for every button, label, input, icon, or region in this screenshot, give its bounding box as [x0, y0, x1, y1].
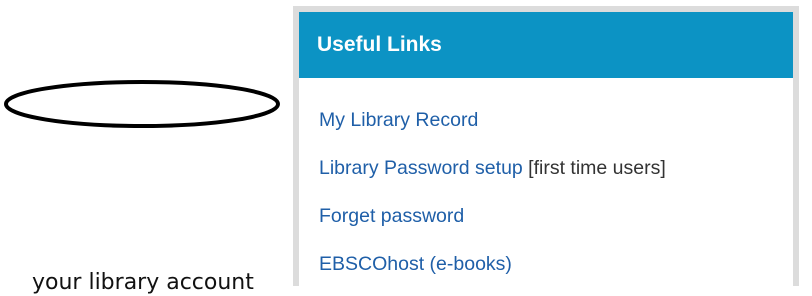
first-time-users-note: [first time users] [522, 157, 666, 179]
panel-title: Useful Links [299, 12, 793, 78]
useful-links-panel: Useful Links My Library Record Library P… [293, 6, 799, 286]
caption-text: your library account [32, 270, 254, 295]
list-item: Library Password setup [first time users… [319, 144, 793, 192]
list-item: My Library Record [319, 96, 793, 144]
list-item: Forget password [319, 192, 793, 240]
my-library-record-link[interactable]: My Library Record [319, 109, 478, 131]
links-list: My Library Record Library Password setup… [299, 78, 793, 288]
library-password-setup-link[interactable]: Library Password setup [319, 157, 523, 179]
ebscohost-link[interactable]: EBSCOhost (e-books) [319, 253, 512, 275]
list-item: EBSCOhost (e-books) [319, 240, 793, 288]
ellipse-annotation [4, 80, 280, 128]
forget-password-link[interactable]: Forget password [319, 205, 464, 227]
